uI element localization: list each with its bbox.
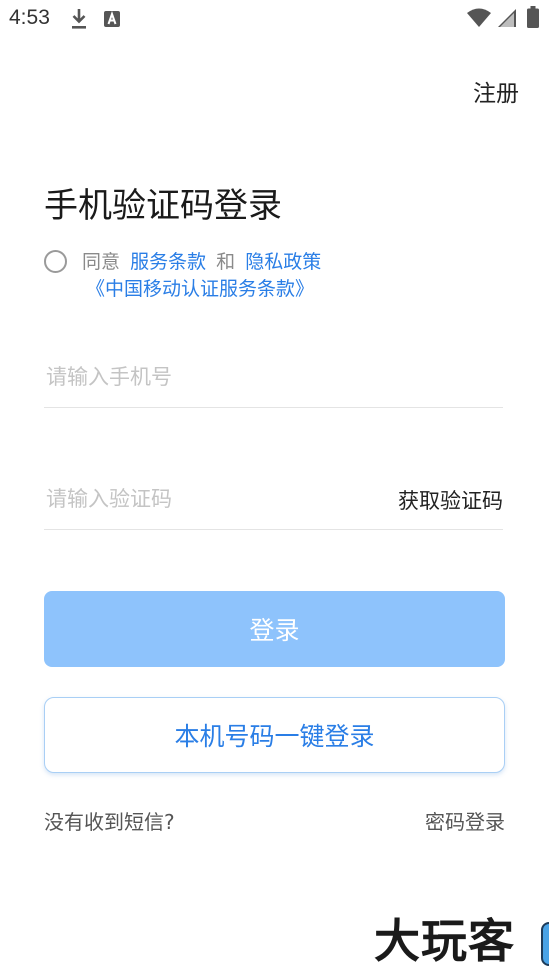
battery-icon xyxy=(527,6,539,28)
terms-link[interactable]: 服务条款 xyxy=(130,251,206,273)
no-sms-link[interactable]: 没有收到短信? xyxy=(44,806,175,835)
code-field: 获取验证码 xyxy=(44,469,503,530)
phone-field xyxy=(44,347,503,408)
get-code-button[interactable]: 获取验证码 xyxy=(398,485,503,515)
login-button[interactable]: 登录 xyxy=(44,591,505,667)
status-bar: 4:53 xyxy=(0,0,549,38)
onekey-login-button[interactable]: 本机号码一键登录 xyxy=(44,697,505,773)
watermark-badge-icon xyxy=(541,922,549,966)
agree-prefix: 同意 xyxy=(82,251,121,273)
wifi-icon xyxy=(467,8,491,27)
download-icon xyxy=(72,9,86,29)
agreement-line-2: 《中国移动认证服务条款》 xyxy=(86,276,314,302)
password-login-link[interactable]: 密码登录 xyxy=(425,806,505,835)
phone-input[interactable] xyxy=(46,359,366,395)
code-input[interactable] xyxy=(46,481,366,517)
register-link[interactable]: 注册 xyxy=(473,74,519,108)
keyboard-icon xyxy=(104,10,120,27)
agree-radio[interactable] xyxy=(44,250,67,273)
privacy-link[interactable]: 隐私政策 xyxy=(245,251,321,273)
page-title: 手机验证码登录 xyxy=(44,186,282,226)
status-time: 4:53 xyxy=(9,6,50,29)
cmcc-terms-link[interactable]: 《中国移动认证服务条款》 xyxy=(86,278,314,300)
agree-conjunction: 和 xyxy=(216,251,236,273)
signal-icon xyxy=(498,9,516,27)
watermark-logo: 大玩客 xyxy=(374,914,515,968)
agreement-line: 同意 服务条款 和 隐私政策 xyxy=(82,249,321,275)
